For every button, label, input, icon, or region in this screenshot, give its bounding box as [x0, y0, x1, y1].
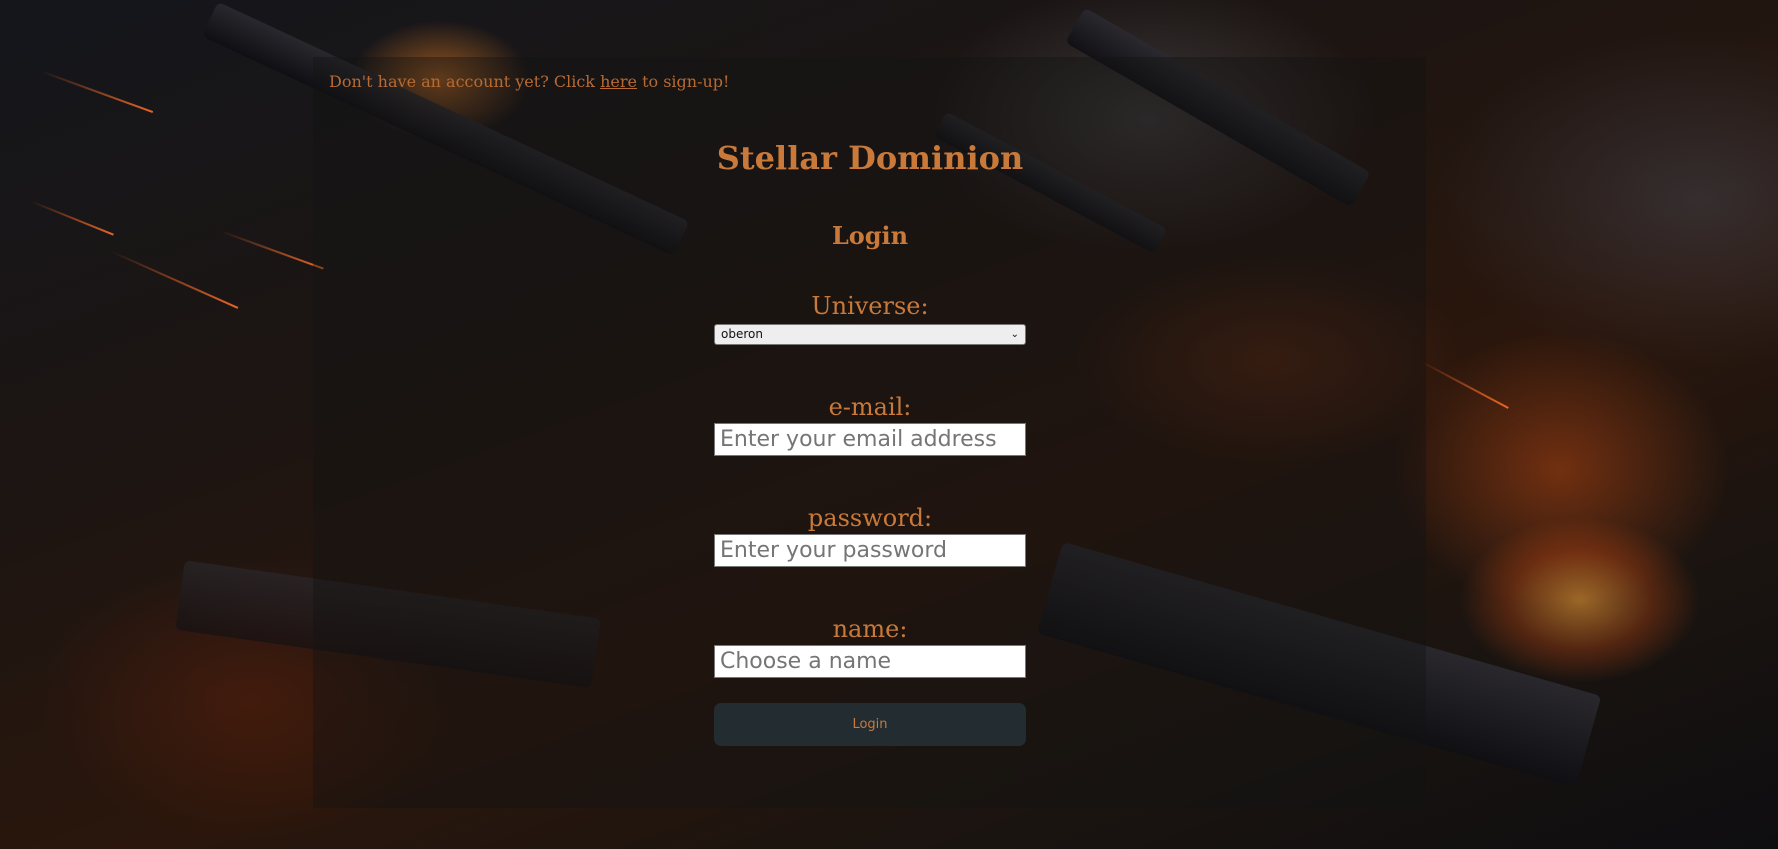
laser-streak: [109, 250, 239, 309]
universe-label: Universe:: [811, 292, 929, 320]
signup-suffix: to sign-up!: [636, 72, 730, 91]
signup-prompt: Don't have an account yet? Click here to…: [329, 72, 729, 91]
signup-link[interactable]: here: [600, 72, 637, 91]
page-title: Stellar Dominion: [716, 139, 1024, 177]
password-label: password:: [807, 504, 933, 532]
laser-streak: [1419, 360, 1509, 409]
signup-prefix: Don't have an account yet? Click: [329, 72, 601, 91]
name-field[interactable]: Choose a name: [714, 645, 1026, 678]
universe-selected-value: oberon: [721, 327, 763, 341]
name-label: name:: [832, 615, 908, 643]
email-field[interactable]: Enter your email address: [714, 423, 1026, 456]
password-field[interactable]: Enter your password: [714, 534, 1026, 567]
chevron-down-icon: ⌄: [1010, 329, 1019, 340]
login-heading: Login: [831, 221, 909, 250]
universe-select[interactable]: oberon ⌄: [714, 324, 1026, 345]
login-button[interactable]: Login: [714, 703, 1026, 746]
laser-streak: [39, 70, 154, 113]
email-label: e-mail:: [828, 393, 912, 421]
